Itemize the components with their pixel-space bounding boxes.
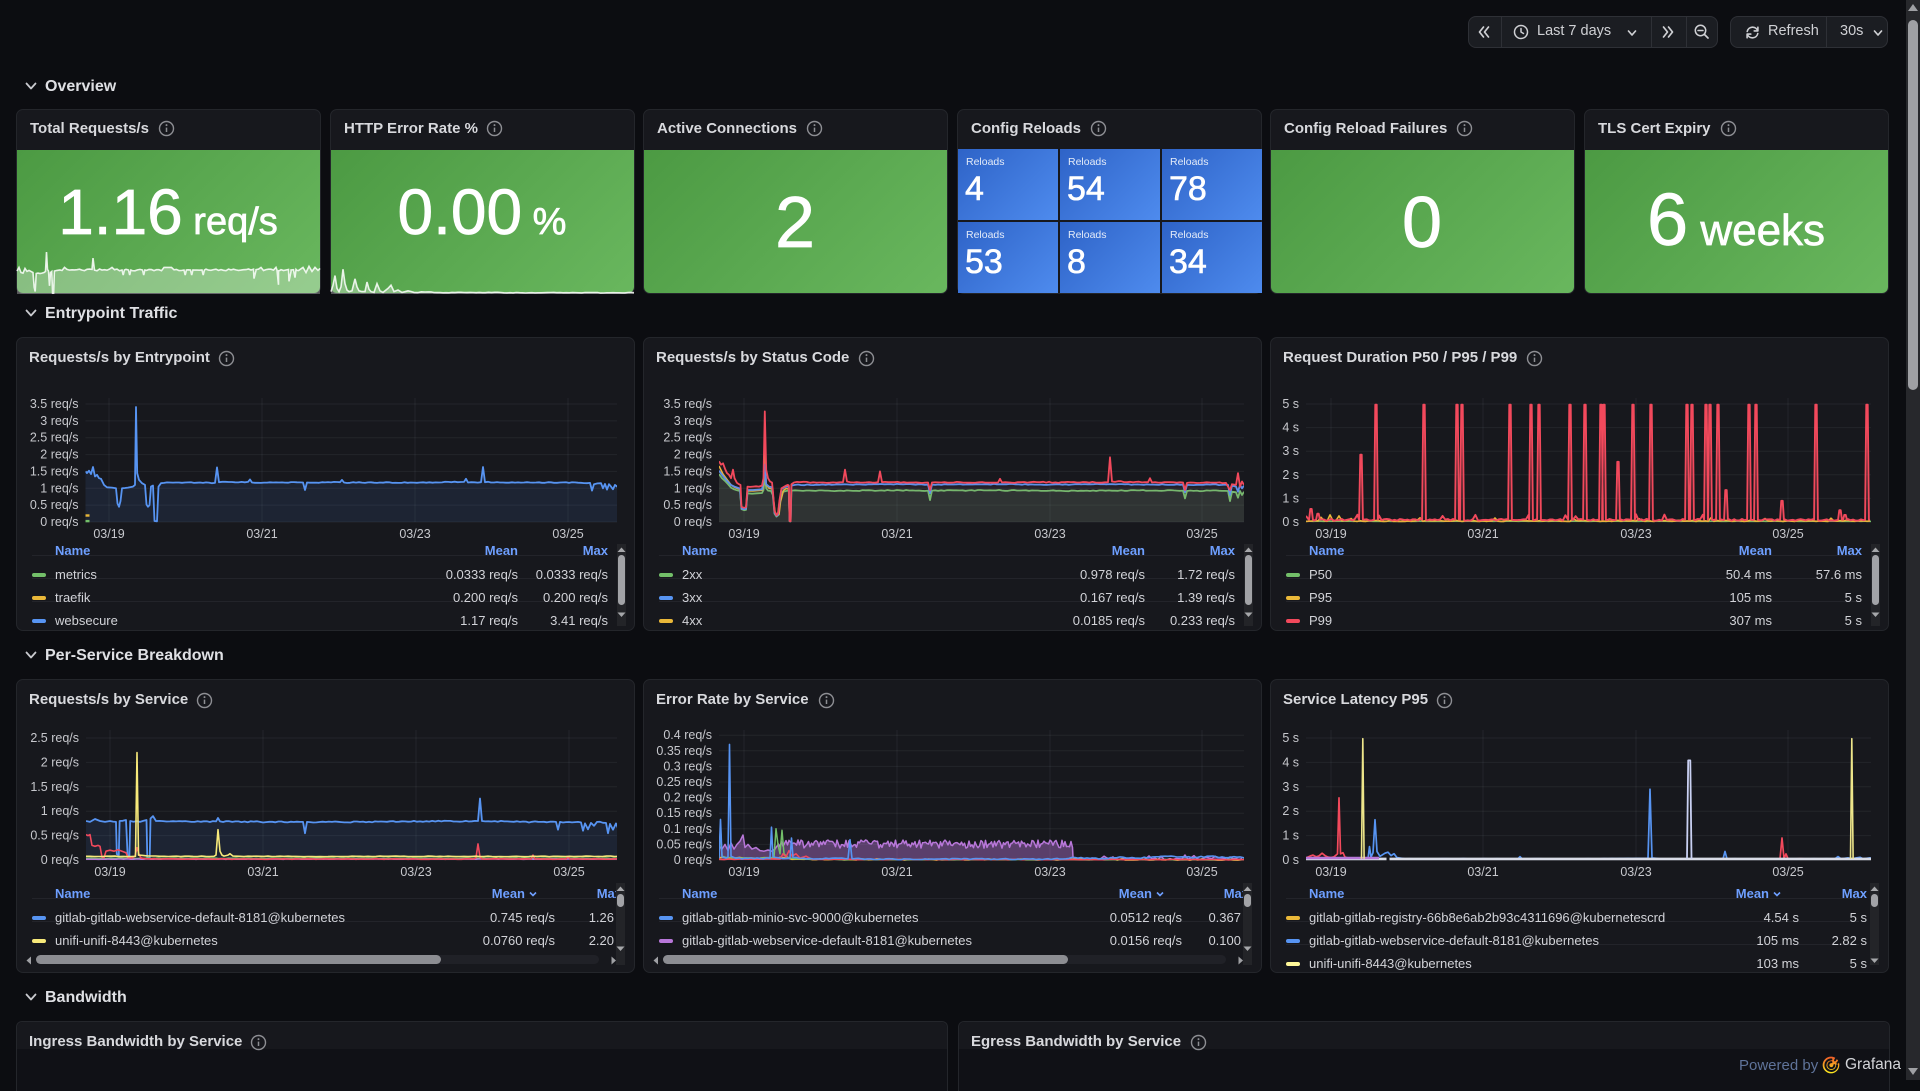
svg-text:03/25: 03/25 [553, 865, 584, 879]
svg-text:1 s: 1 s [1282, 491, 1299, 505]
svg-text:5 s: 5 s [1282, 397, 1299, 411]
svg-text:0.35 req/s: 0.35 req/s [656, 744, 712, 758]
svg-text:3.5 req/s: 3.5 req/s [30, 397, 79, 411]
svg-text:0 s: 0 s [1282, 853, 1299, 867]
svg-text:0 req/s: 0 req/s [40, 515, 78, 529]
svg-text:03/21: 03/21 [1467, 527, 1498, 541]
svg-text:03/23: 03/23 [400, 865, 431, 879]
svg-text:2 s: 2 s [1282, 804, 1299, 818]
svg-text:1 req/s: 1 req/s [40, 481, 78, 495]
svg-text:3 req/s: 3 req/s [674, 414, 712, 428]
svg-text:1 req/s: 1 req/s [674, 481, 712, 495]
svg-text:0 req/s: 0 req/s [674, 853, 712, 867]
svg-text:0.5 req/s: 0.5 req/s [663, 498, 712, 512]
svg-text:1.5 req/s: 1.5 req/s [663, 464, 712, 478]
svg-text:0.5 req/s: 0.5 req/s [30, 498, 79, 512]
svg-text:2.5 req/s: 2.5 req/s [30, 731, 79, 745]
svg-text:4 s: 4 s [1282, 755, 1299, 769]
svg-text:1.5 req/s: 1.5 req/s [30, 780, 79, 794]
svg-text:03/25: 03/25 [1772, 527, 1803, 541]
svg-text:5 s: 5 s [1282, 731, 1299, 745]
svg-text:4 s: 4 s [1282, 421, 1299, 435]
svg-text:0.05 req/s: 0.05 req/s [656, 837, 712, 851]
svg-text:03/19: 03/19 [1315, 527, 1346, 541]
svg-text:03/23: 03/23 [1620, 527, 1651, 541]
svg-text:3 s: 3 s [1282, 444, 1299, 458]
svg-text:03/19: 03/19 [728, 865, 759, 879]
svg-text:2 req/s: 2 req/s [40, 448, 78, 462]
svg-text:1.5 req/s: 1.5 req/s [30, 464, 79, 478]
svg-text:0.3 req/s: 0.3 req/s [663, 759, 712, 773]
svg-text:0.2 req/s: 0.2 req/s [663, 791, 712, 805]
svg-text:2 s: 2 s [1282, 468, 1299, 482]
svg-text:3 req/s: 3 req/s [40, 414, 78, 428]
svg-text:03/19: 03/19 [728, 527, 759, 541]
svg-text:3 s: 3 s [1282, 780, 1299, 794]
svg-text:0 req/s: 0 req/s [41, 853, 79, 867]
svg-text:03/25: 03/25 [1772, 865, 1803, 879]
svg-text:03/21: 03/21 [881, 865, 912, 879]
svg-text:2.5 req/s: 2.5 req/s [663, 431, 712, 445]
svg-text:0.1 req/s: 0.1 req/s [663, 822, 712, 836]
svg-text:2 req/s: 2 req/s [41, 755, 79, 769]
svg-text:03/25: 03/25 [552, 527, 583, 541]
svg-text:03/19: 03/19 [94, 865, 125, 879]
svg-text:0.15 req/s: 0.15 req/s [656, 806, 712, 820]
svg-text:1 req/s: 1 req/s [41, 804, 79, 818]
svg-text:03/23: 03/23 [1620, 865, 1651, 879]
svg-text:03/25: 03/25 [1186, 527, 1217, 541]
svg-text:03/21: 03/21 [1467, 865, 1498, 879]
svg-text:03/25: 03/25 [1186, 865, 1217, 879]
svg-text:03/23: 03/23 [1034, 527, 1065, 541]
svg-text:0.25 req/s: 0.25 req/s [656, 775, 712, 789]
svg-text:0 req/s: 0 req/s [674, 515, 712, 529]
svg-text:03/21: 03/21 [246, 527, 277, 541]
svg-text:03/23: 03/23 [1034, 865, 1065, 879]
svg-text:0.4 req/s: 0.4 req/s [663, 728, 712, 742]
svg-text:3.5 req/s: 3.5 req/s [663, 397, 712, 411]
svg-text:2 req/s: 2 req/s [674, 448, 712, 462]
svg-text:03/19: 03/19 [93, 527, 124, 541]
svg-text:2.5 req/s: 2.5 req/s [30, 431, 79, 445]
svg-text:1 s: 1 s [1282, 829, 1299, 843]
svg-text:03/21: 03/21 [881, 527, 912, 541]
svg-text:0.5 req/s: 0.5 req/s [30, 829, 79, 843]
svg-text:0 s: 0 s [1282, 515, 1299, 529]
svg-text:03/19: 03/19 [1315, 865, 1346, 879]
svg-text:03/23: 03/23 [399, 527, 430, 541]
svg-text:03/21: 03/21 [247, 865, 278, 879]
